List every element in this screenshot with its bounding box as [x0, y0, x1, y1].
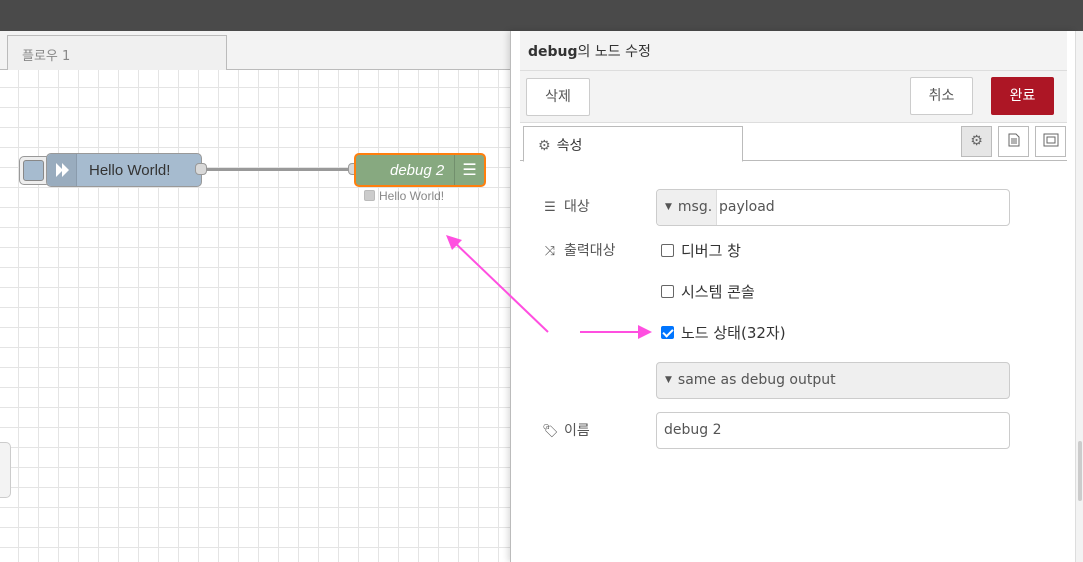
sidebar-collapse-handle[interactable]	[0, 442, 11, 498]
top-bar	[0, 0, 1083, 31]
inject-output-port[interactable]	[195, 163, 207, 175]
target-label-text: 대상	[564, 199, 590, 215]
debug-node[interactable]: debug 2 ☰	[354, 153, 486, 187]
done-button[interactable]: 완료	[991, 77, 1054, 115]
system-console-label: 시스템 콘솔	[681, 283, 755, 301]
cancel-button[interactable]: 취소	[910, 77, 973, 115]
appearance-tab-icon[interactable]	[1035, 126, 1066, 157]
caret-down-icon: ▼	[665, 375, 672, 385]
shuffle-icon: ⤨	[544, 244, 556, 259]
panel-scrollbar[interactable]	[1075, 31, 1083, 562]
caret-down-icon: ▼	[665, 202, 672, 212]
wire[interactable]	[207, 168, 353, 171]
flow-workspace: 플로우 1	[0, 31, 510, 562]
debug-window-checkbox[interactable]	[661, 244, 674, 257]
panel-title-suffix: 의 노드 수정	[577, 44, 651, 60]
debug-node-label: debug 2	[390, 162, 445, 179]
target-value[interactable]: payload	[719, 199, 775, 215]
panel-title: debug의 노드 수정	[520, 31, 1067, 71]
inject-trigger-button-inner[interactable]	[23, 160, 44, 181]
gear-icon: ⚙	[538, 138, 551, 154]
target-type-label: msg.	[677, 199, 713, 215]
gear-icon: ⚙	[970, 133, 983, 149]
target-label: ☰ 대상	[542, 196, 590, 216]
tab-properties-label: 속성	[556, 138, 583, 154]
debug-status-text: Hello World!	[379, 189, 445, 203]
inject-node[interactable]: Hello World!	[46, 153, 202, 187]
status-source-value: same as debug output	[677, 372, 836, 388]
properties-tab-icon[interactable]: ⚙	[961, 126, 992, 157]
scrollbar-thumb[interactable]	[1078, 441, 1082, 501]
frame-icon	[1043, 133, 1058, 147]
panel-button-tray: 삭제 취소 완료	[520, 71, 1067, 123]
output-label-text: 출력대상	[564, 243, 616, 259]
tag-icon: 🏷	[542, 424, 559, 439]
document-icon	[1008, 133, 1019, 147]
target-type-dropdown[interactable]: ▼ msg.	[657, 190, 717, 225]
node-status-checkbox[interactable]	[661, 326, 674, 339]
delete-button[interactable]: 삭제	[526, 78, 590, 116]
list-icon: ☰	[544, 200, 556, 215]
system-console-checkbox-row[interactable]: 시스템 콘솔	[661, 281, 755, 302]
debug-list-icon[interactable]: ☰	[454, 155, 484, 185]
debug-window-checkbox-row[interactable]: 디버그 창	[661, 240, 741, 261]
node-status-checkbox-row[interactable]: 노드 상태(32자)	[661, 322, 786, 343]
tab-flow-1[interactable]: 플로우 1	[7, 35, 227, 71]
node-edit-panel: debug의 노드 수정 삭제 취소 완료 ⚙ 속성 ⚙ ☰ 대상 ▼ msg. pa…	[510, 31, 1075, 562]
inject-node-label: Hello World!	[89, 162, 171, 179]
panel-title-node: debug	[528, 44, 578, 60]
status-source-select[interactable]: ▼ same as debug output	[656, 362, 1010, 399]
tab-properties[interactable]: ⚙ 속성	[523, 126, 743, 162]
panel-tabs: ⚙ 속성 ⚙	[520, 123, 1067, 162]
inject-arrow-icon	[47, 154, 77, 186]
target-typed-input[interactable]: ▼ msg. payload	[656, 189, 1010, 226]
node-status-label: 노드 상태(32자)	[681, 324, 786, 342]
name-label-text: 이름	[564, 423, 590, 439]
name-label: 🏷 이름	[542, 420, 590, 440]
debug-window-label: 디버그 창	[681, 242, 741, 260]
description-tab-icon[interactable]	[998, 126, 1029, 157]
system-console-checkbox[interactable]	[661, 285, 674, 298]
flow-canvas[interactable]	[0, 70, 510, 562]
status-dot-icon	[364, 190, 375, 201]
output-label: ⤨ 출력대상	[542, 240, 616, 260]
flow-tab-bar: 플로우 1	[0, 31, 510, 71]
name-input[interactable]: debug 2	[656, 412, 1010, 449]
debug-node-status: Hello World!	[364, 189, 444, 203]
